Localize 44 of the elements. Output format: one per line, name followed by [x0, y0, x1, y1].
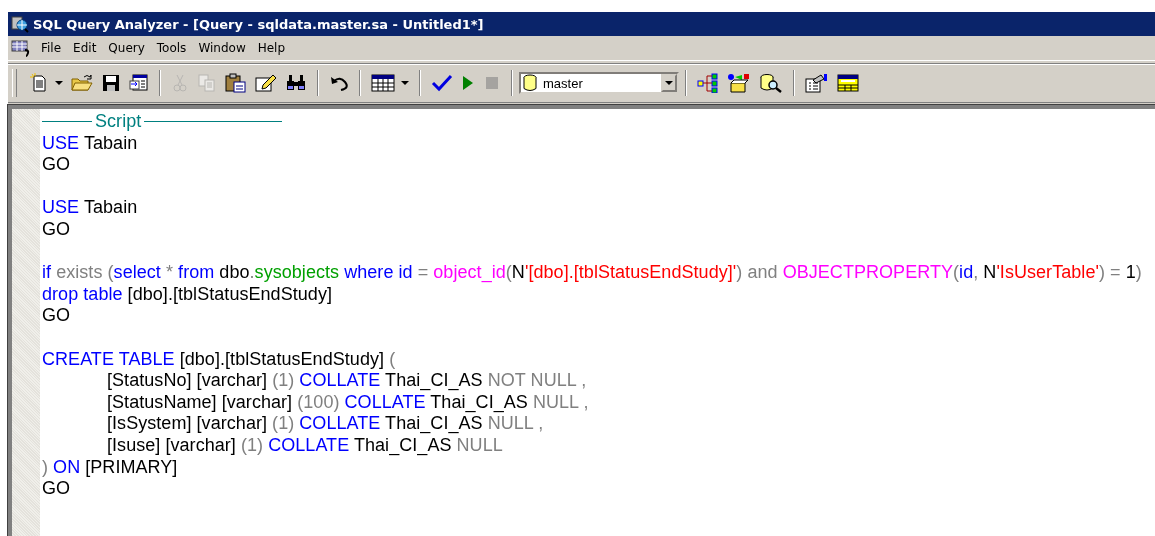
- script-header: Script: [94, 111, 143, 133]
- code-line: GO: [42, 154, 72, 176]
- code-line: USE Tabain: [42, 197, 139, 219]
- menu-item[interactable]: Query: [102, 39, 151, 57]
- code-line: USE Tabain: [42, 132, 139, 155]
- checkmark-icon: [431, 73, 453, 93]
- menu-item[interactable]: Edit: [67, 39, 103, 57]
- window-title: SQL Query Analyzer - [Query - sqldata.master.sa - Untitled1*]: [33, 16, 484, 32]
- code-line: [IsSystem] [varchar] (1) COLLATE Thai_CI_AS NULL ,: [106, 413, 545, 435]
- window-icon: [129, 73, 149, 93]
- play-icon: [461, 73, 475, 93]
- flowchart-icon: [697, 73, 719, 93]
- dropdown-caret-icon[interactable]: [661, 74, 677, 92]
- caret-icon[interactable]: [55, 81, 63, 85]
- code-line: [Isuse] [varchar] (1) COLLATE Thai_CI_AS NULL: [106, 434, 504, 457]
- open-folder-icon: [71, 73, 93, 93]
- binoculars-icon: [285, 73, 307, 93]
- code-line: GO: [42, 305, 72, 327]
- scissors-icon: [171, 73, 189, 93]
- app-icon: [11, 15, 29, 33]
- code-line: ) ON [PRIMARY]: [42, 456, 179, 479]
- code-line: CREATE TABLE [dbo].[tblStatusEndStudy] (: [42, 348, 397, 371]
- clipboard-icon: [225, 73, 247, 93]
- code-line: GO: [42, 478, 72, 500]
- menu-item[interactable]: File: [35, 39, 68, 57]
- menu-item[interactable]: Window: [192, 39, 252, 57]
- code-line: if exists (select * from dbo.sysobjects where id = object_id(N'[dbo].[tblStatusEndStudy]') and OBJECTPROPERTY(id, N'IsUserTable') = 1): [42, 262, 1143, 284]
- database-icon: [523, 74, 537, 92]
- caret-icon[interactable]: [401, 81, 409, 85]
- grid-icon: [371, 73, 395, 93]
- table-icon: [837, 73, 859, 93]
- code-line: [StatusNo] [varchar] (1) COLLATE Thai_CI_AS NOT NULL ,: [106, 370, 588, 392]
- new-document-icon: [29, 73, 49, 93]
- database-search-icon: [759, 73, 783, 93]
- copy-icon: [197, 73, 217, 93]
- code-line: drop table [dbo].[tblStatusEndStudy]: [42, 283, 333, 306]
- code-line: [StatusName] [varchar] (100) COLLATE Thai_CI_AS NULL ,: [106, 391, 590, 414]
- database-combo[interactable]: master: [519, 72, 679, 94]
- objects-icon: [727, 73, 751, 93]
- pencil-icon: [255, 73, 277, 93]
- menu-item[interactable]: Help: [251, 39, 292, 57]
- code-line: GO: [42, 218, 72, 241]
- menu-item[interactable]: Tools: [150, 39, 193, 57]
- properties-icon: [805, 73, 829, 93]
